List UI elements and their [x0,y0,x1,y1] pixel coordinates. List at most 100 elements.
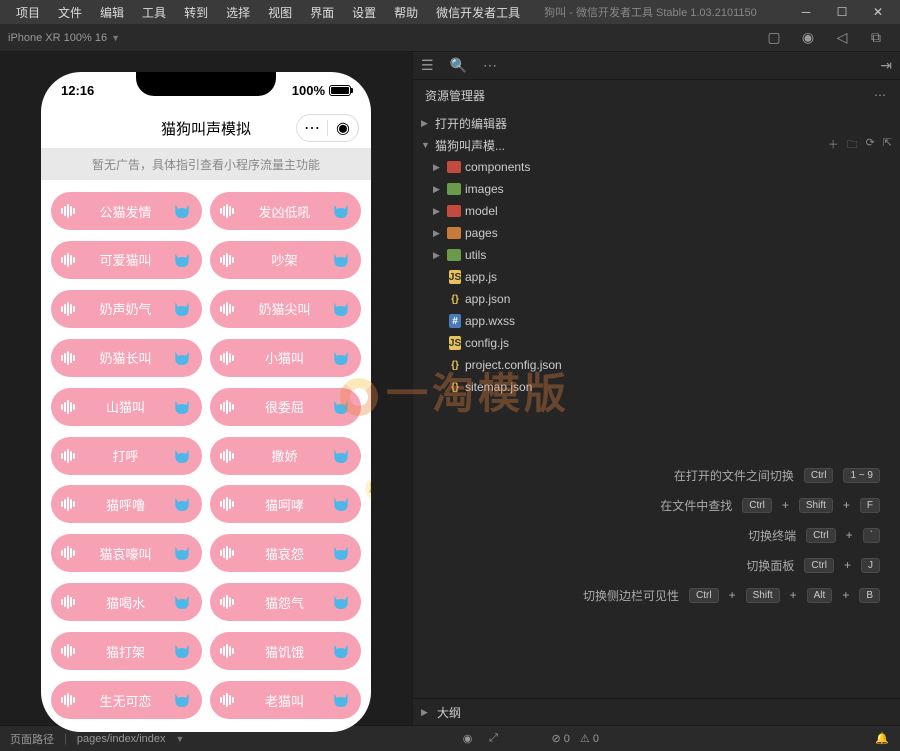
titlebar: 项目文件编辑工具转到选择视图界面设置帮助微信开发者工具 狗叫 - 微信开发者工具… [0,0,900,24]
menu-工具[interactable]: 工具 [134,2,174,23]
maximize-button[interactable]: ☐ [828,2,856,22]
cat-icon [172,350,192,366]
sound-button[interactable]: 猫喝水 [51,583,202,621]
menu-编辑[interactable]: 编辑 [92,2,132,23]
menu-设置[interactable]: 设置 [344,2,384,23]
sound-button[interactable]: 猫饥饿 [210,632,361,670]
folder-images[interactable]: ▶images [413,178,900,200]
sound-button[interactable]: 奶猫尖叫 [210,290,361,328]
sound-button[interactable]: 猫打架 [51,632,202,670]
sound-button[interactable]: 很委屈 [210,388,361,426]
warning-count[interactable]: ⚠ 0 [580,732,599,745]
sound-button[interactable]: 小猫叫 [210,339,361,377]
simulator-toolbar: iPhone XR 100% 16 ▼ ▢ ◉ ◁ ⧉ [0,24,900,52]
sound-label: 猫怨气 [238,593,331,612]
sound-button[interactable]: 猫哀嚎叫 [51,534,202,572]
outline-section[interactable]: ▶ 大纲 [413,698,900,725]
menu-项目[interactable]: 项目 [8,2,48,23]
cat-icon [331,692,351,708]
list-icon[interactable]: ☰ [421,57,434,74]
menu-界面[interactable]: 界面 [302,2,342,23]
sound-button[interactable]: 公猫发情 [51,192,202,230]
folder-pages[interactable]: ▶pages [413,222,900,244]
close-button[interactable]: ✕ [864,2,892,22]
file-config.js[interactable]: JSconfig.js [413,332,900,354]
language-toggle[interactable]: 切换汪语 [365,502,371,566]
folder-model[interactable]: ▶model [413,200,900,222]
mini-app-header: 猫狗叫声模拟 ⋯ ◉ [41,108,371,148]
sound-button[interactable]: 奶猫长叫 [51,339,202,377]
sound-label: 猫呵哮 [238,495,331,514]
project-root[interactable]: ▼ 猫狗叫声模... ＋ 🗀 ⟳ ⇱ [413,134,900,156]
minimize-button[interactable]: ─ [792,2,820,22]
expand-icon[interactable]: ⤢ [486,732,502,745]
menu-帮助[interactable]: 帮助 [386,2,426,23]
file-sitemap.json[interactable]: {}sitemap.json [413,376,900,398]
sound-button[interactable]: 猫哀怨 [210,534,361,572]
collapse-icon[interactable]: ⇱ [883,136,892,155]
sound-button[interactable]: 山猫叫 [51,388,202,426]
preview-icon[interactable]: ◉ [460,732,476,745]
menu-转到[interactable]: 转到 [176,2,216,23]
sound-button[interactable]: 撒娇 [210,437,361,475]
page-path-label: 页面路径 [10,731,54,747]
device-selector[interactable]: iPhone XR 100% 16 [8,32,107,44]
key: Alt [807,588,833,603]
chevron-right-icon: ▶ [421,118,431,129]
sound-button[interactable]: 打呼 [51,437,202,475]
device-icon[interactable]: ▢ [766,30,782,46]
sound-button[interactable]: 猫呵哮 [210,485,361,523]
sound-button[interactable]: 可爱猫叫 [51,241,202,279]
wave-icon [61,302,79,316]
sound-button[interactable]: 生无可恋 [51,681,202,719]
notification-icon[interactable]: 🔔 [874,732,890,745]
explorer-more-icon[interactable]: ⋯ [874,88,888,102]
menu-视图[interactable]: 视图 [260,2,300,23]
sound-button[interactable]: 发凶低吼 [210,192,361,230]
menu-微信开发者工具[interactable]: 微信开发者工具 [428,2,528,23]
file-label: config.js [465,336,509,350]
search-icon[interactable]: 🔍 [450,57,467,74]
folder-components[interactable]: ▶components [413,156,900,178]
file-tree: ▶ 打开的编辑器 ▼ 猫狗叫声模... ＋ 🗀 ⟳ ⇱ ▶components▶… [413,110,900,400]
settings-icon[interactable]: ⇥ [880,57,892,74]
detach-icon[interactable]: ⧉ [868,30,884,46]
key: J [861,558,880,573]
more-icon[interactable]: ⋯ [483,57,497,74]
wave-icon [61,449,79,463]
new-folder-icon[interactable]: 🗀 [847,136,858,155]
folder-label: pages [465,226,498,240]
shortcut-label: 切换终端 [748,527,796,544]
capsule-close-button[interactable]: ◉ [328,118,358,138]
capsule-more-button[interactable]: ⋯ [297,118,327,138]
sound-button[interactable]: 吵架 [210,241,361,279]
refresh-icon[interactable]: ⟳ [866,136,875,155]
shortcut-hint: 在文件中查找 Ctrl + Shift + F [433,490,880,520]
menu-选择[interactable]: 选择 [218,2,258,23]
cat-icon [331,448,351,464]
page-path[interactable]: pages/index/index [77,733,166,745]
new-file-icon[interactable]: ＋ [828,136,839,155]
file-app.json[interactable]: {}app.json [413,288,900,310]
wave-icon [61,595,79,609]
file-app.wxss[interactable]: #app.wxss [413,310,900,332]
mute-icon[interactable]: ◁ [834,30,850,46]
menu-文件[interactable]: 文件 [50,2,90,23]
file-app.js[interactable]: JSapp.js [413,266,900,288]
key: Shift [746,588,780,603]
open-editors-section[interactable]: ▶ 打开的编辑器 [413,112,900,134]
sound-button[interactable]: 猫怨气 [210,583,361,621]
sound-label: 老猫叫 [238,691,331,710]
window-title: 狗叫 - 微信开发者工具 Stable 1.03.2101150 [544,4,757,20]
sound-button[interactable]: 老猫叫 [210,681,361,719]
sound-label: 奶猫长叫 [79,348,172,367]
sound-label: 猫饥饿 [238,642,331,661]
sound-button[interactable]: 奶声奶气 [51,290,202,328]
record-icon[interactable]: ◉ [800,30,816,46]
error-count[interactable]: ⊘ 0 [552,732,570,745]
explorer-title: 资源管理器 [425,87,485,104]
folder-utils[interactable]: ▶utils [413,244,900,266]
file-project.config.json[interactable]: {}project.config.json [413,354,900,376]
sound-button[interactable]: 猫呼噜 [51,485,202,523]
chevron-down-icon: ▼ [421,140,431,150]
